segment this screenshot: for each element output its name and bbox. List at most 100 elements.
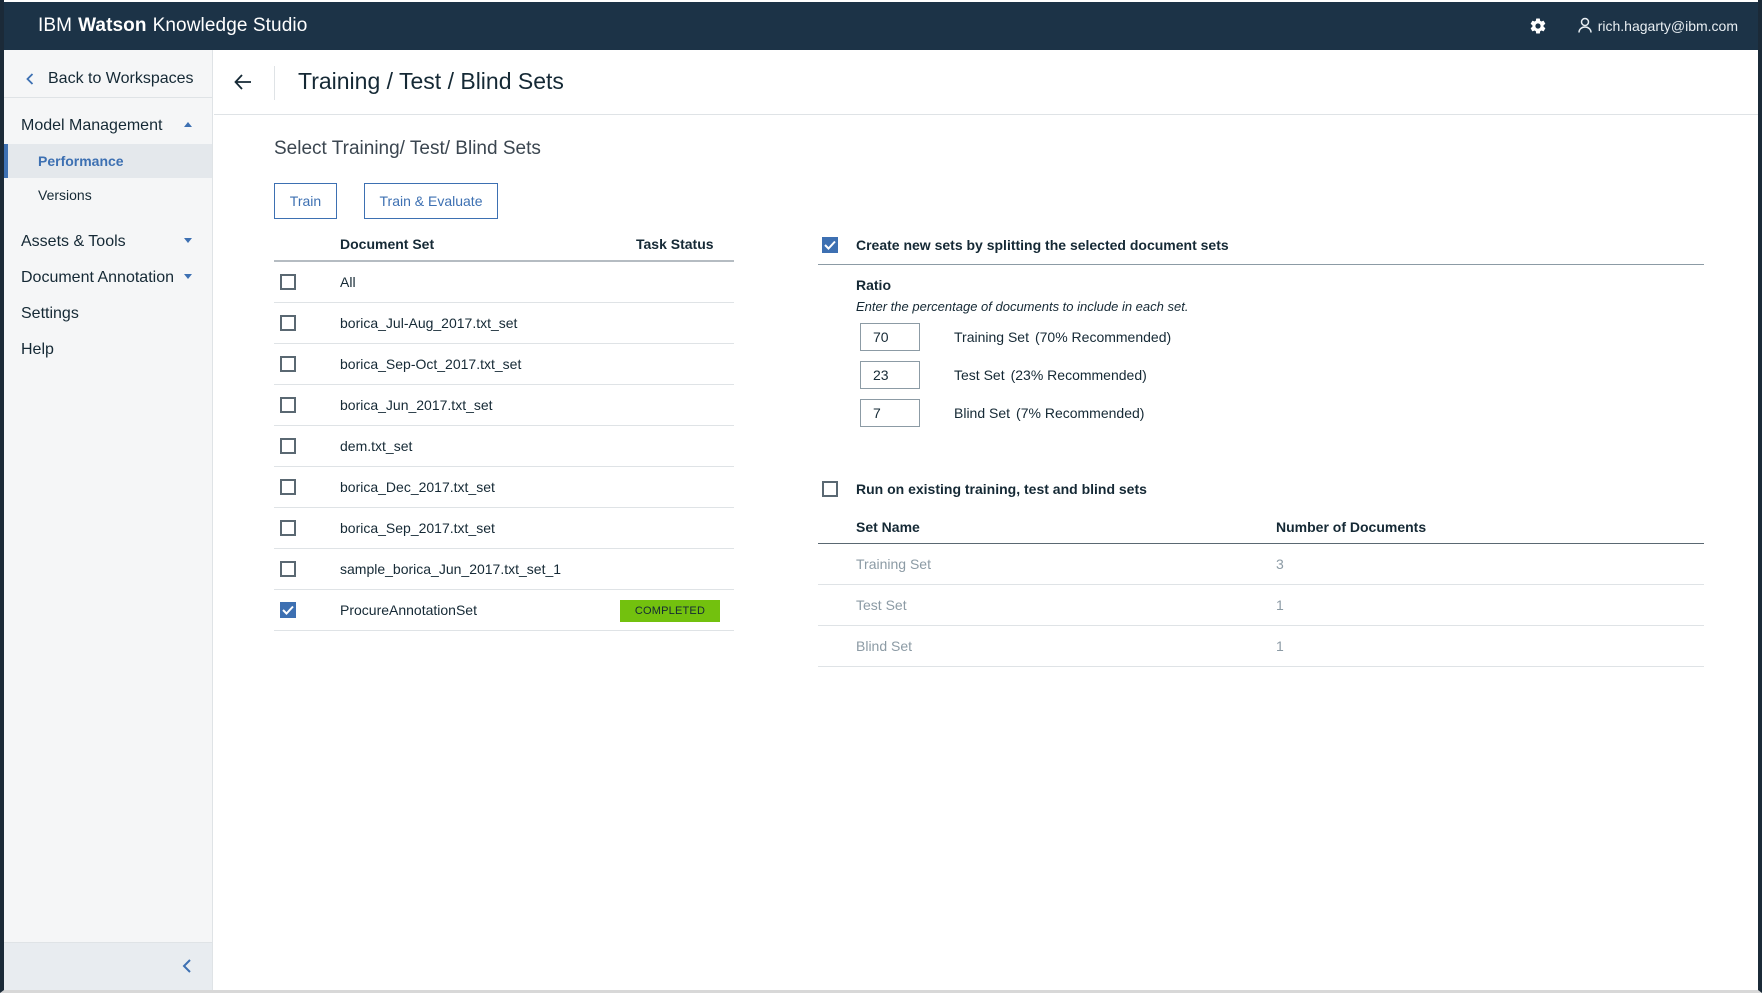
set-name: Test Set xyxy=(856,597,907,613)
sidebar-item-settings[interactable]: Settings xyxy=(4,296,212,332)
caret-up-icon xyxy=(184,122,192,127)
table-header: Set Name Number of Documents xyxy=(818,510,1704,544)
split-checkbox[interactable] xyxy=(822,237,838,253)
set-name: Training Set xyxy=(856,556,931,572)
divider xyxy=(818,264,1704,265)
app-window: IBM Watson Knowledge Studio rich.hagarty… xyxy=(4,2,1758,990)
back-to-workspaces-link[interactable]: Back to Workspaces xyxy=(4,60,212,98)
document-set-name: sample_borica_Jun_2017.txt_set_1 xyxy=(340,561,562,577)
sidebar-item-label: Document Annotation xyxy=(21,269,174,286)
top-header: IBM Watson Knowledge Studio rich.hagarty… xyxy=(4,2,1758,50)
brand-prefix: IBM xyxy=(38,15,73,36)
main-content: Training / Test / Blind Sets Select Trai… xyxy=(214,50,1758,990)
set-name: Blind Set xyxy=(856,638,913,654)
status-badge: COMPLETED xyxy=(620,600,720,622)
document-count: 1 xyxy=(1276,638,1284,654)
user-icon xyxy=(1577,17,1592,36)
ratio-label: Blind Set (7% Recommended) xyxy=(954,405,1144,421)
table-row[interactable]: All xyxy=(274,262,734,303)
page-header: Training / Test / Blind Sets xyxy=(214,50,1758,115)
caret-down-icon xyxy=(184,238,192,243)
ratio-set-name: Test Set xyxy=(954,367,1005,383)
row-checkbox[interactable] xyxy=(280,520,296,536)
ratio-row-training: 70 Training Set (70% Recommended) xyxy=(856,318,1704,356)
row-checkbox[interactable] xyxy=(280,561,296,577)
column-header-set-name: Set Name xyxy=(856,518,920,535)
blind-ratio-input[interactable]: 7 xyxy=(860,399,920,427)
app-brand[interactable]: IBM Watson Knowledge Studio xyxy=(38,15,307,37)
ratio-label: Training Set (70% Recommended) xyxy=(954,329,1171,345)
training-ratio-input[interactable]: 70 xyxy=(860,323,920,351)
brand-suffix: Knowledge Studio xyxy=(152,15,308,36)
table-header: Document Set Task Status xyxy=(274,228,734,262)
document-set-name: dem.txt_set xyxy=(340,438,413,454)
sidebar-item-help[interactable]: Help xyxy=(4,332,212,368)
table-row: Test Set 1 xyxy=(818,585,1704,626)
existing-sets-option[interactable]: Run on existing training, test and blind… xyxy=(818,472,1704,506)
document-set-name: All xyxy=(340,274,356,290)
ratio-set-name: Blind Set xyxy=(954,405,1011,421)
document-set-name: borica_Sep_2017.txt_set xyxy=(340,520,495,536)
section-title: Select Training/ Test/ Blind Sets xyxy=(274,138,541,159)
row-checkbox[interactable] xyxy=(280,397,296,413)
row-checkbox[interactable] xyxy=(280,356,296,372)
sidebar-item-assets-tools[interactable]: Assets & Tools xyxy=(4,224,212,260)
document-set-name: borica_Jul-Aug_2017.txt_set xyxy=(340,315,518,331)
train-evaluate-button[interactable]: Train & Evaluate xyxy=(364,183,498,219)
sidebar-item-versions[interactable]: Versions xyxy=(4,178,212,212)
user-menu[interactable]: rich.hagarty@ibm.com xyxy=(1577,17,1738,36)
document-set-name: borica_Sep-Oct_2017.txt_set xyxy=(340,356,522,372)
chevron-left-icon xyxy=(22,71,38,87)
existing-sets-checkbox[interactable] xyxy=(822,481,838,497)
test-ratio-input[interactable]: 23 xyxy=(860,361,920,389)
row-checkbox[interactable] xyxy=(280,602,296,618)
table-row[interactable]: borica_Jun_2017.txt_set xyxy=(274,385,734,426)
collapse-sidebar-icon[interactable] xyxy=(182,959,196,975)
ratio-set-name: Training Set xyxy=(954,329,1029,345)
brand-bold: Watson xyxy=(78,15,147,36)
sidebar: Back to Workspaces Model Management Perf… xyxy=(4,50,213,990)
table-row[interactable]: sample_borica_Jun_2017.txt_set_1 xyxy=(274,549,734,590)
user-email: rich.hagarty@ibm.com xyxy=(1597,18,1738,34)
column-header-number-of-documents: Number of Documents xyxy=(1276,518,1427,535)
train-button[interactable]: Train xyxy=(274,183,337,219)
table-row[interactable]: borica_Sep-Oct_2017.txt_set xyxy=(274,344,734,385)
table-row[interactable]: borica_Sep_2017.txt_set xyxy=(274,508,734,549)
column-header-task-status: Task Status xyxy=(636,236,714,252)
gear-icon[interactable] xyxy=(1528,16,1548,36)
ratio-label: Test Set (23% Recommended) xyxy=(954,367,1147,383)
column-header-document-set: Document Set xyxy=(340,236,435,252)
back-arrow-icon[interactable] xyxy=(234,74,254,92)
document-set-name: ProcureAnnotationSet xyxy=(340,602,477,618)
ratio-title: Ratio xyxy=(856,277,891,293)
document-count: 3 xyxy=(1276,556,1284,572)
table-row[interactable]: borica_Jul-Aug_2017.txt_set xyxy=(274,303,734,344)
document-set-table: Document Set Task Status All borica_Jul-A… xyxy=(274,228,734,631)
page-title: Training / Test / Blind Sets xyxy=(298,68,564,94)
table-row: Training Set 3 xyxy=(818,544,1704,585)
ratio-help-text: Enter the percentage of documents to inc… xyxy=(856,299,1189,314)
ratio-recommend: (7% Recommended) xyxy=(1016,405,1145,421)
sidebar-item-document-annotation[interactable]: Document Annotation xyxy=(4,260,212,296)
row-checkbox[interactable] xyxy=(280,274,296,290)
row-checkbox[interactable] xyxy=(280,479,296,495)
sidebar-item-label: Performance xyxy=(38,153,124,169)
sidebar-nav: Model Management Performance Versions As… xyxy=(4,108,212,368)
document-set-name: borica_Dec_2017.txt_set xyxy=(340,479,495,495)
sidebar-item-model-management[interactable]: Model Management xyxy=(4,108,212,144)
row-checkbox[interactable] xyxy=(280,438,296,454)
split-option[interactable]: Create new sets by splitting the selecte… xyxy=(818,228,1704,262)
row-checkbox[interactable] xyxy=(280,315,296,331)
table-row[interactable]: ProcureAnnotationSet COMPLETED xyxy=(274,590,734,631)
ratio-recommend: (70% Recommended) xyxy=(1034,329,1172,345)
sidebar-item-label: Help xyxy=(21,341,54,358)
caret-down-icon xyxy=(184,274,192,279)
set-options-panel: Create new sets by splitting the selecte… xyxy=(818,228,1704,667)
table-row[interactable]: borica_Dec_2017.txt_set xyxy=(274,467,734,508)
sidebar-item-performance[interactable]: Performance xyxy=(4,144,212,178)
document-set-name: borica_Jun_2017.txt_set xyxy=(340,397,493,413)
table-row[interactable]: dem.txt_set xyxy=(274,426,734,467)
header-divider xyxy=(274,66,275,100)
ratio-row-test: 23 Test Set (23% Recommended) xyxy=(856,356,1704,394)
existing-sets-label: Run on existing training, test and blind… xyxy=(856,481,1147,497)
